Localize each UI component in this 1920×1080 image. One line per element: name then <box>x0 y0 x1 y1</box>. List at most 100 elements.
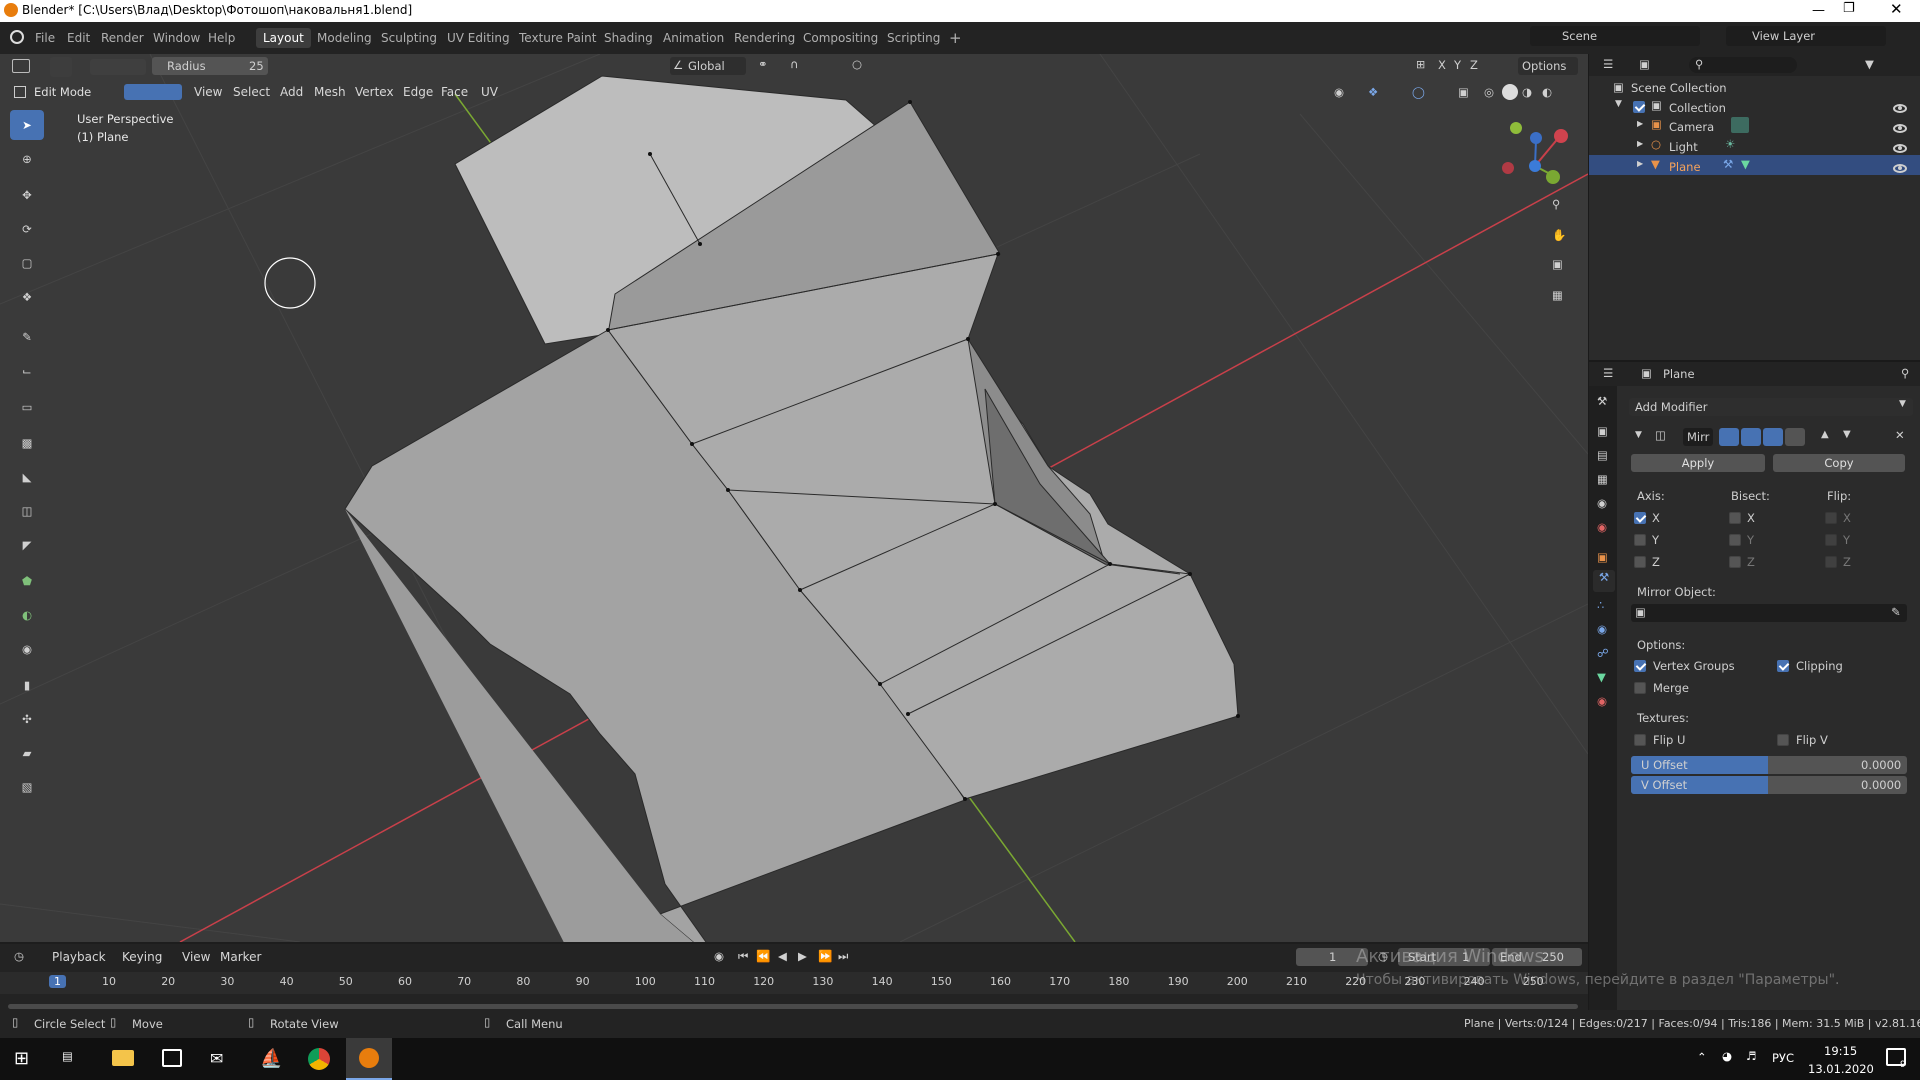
gizmo-toggle-icon[interactable]: ❖ <box>1368 85 1378 99</box>
outliner-item-light[interactable]: Light <box>1669 140 1698 154</box>
tool-extrude[interactable]: ▭ <box>10 392 44 422</box>
menu-edge[interactable]: Edge <box>403 85 433 99</box>
frame-ruler[interactable]: 1 10 20 30 40 50 60 70 80 90 100 110 120 130 140 150 160… <box>0 972 1588 994</box>
menu-vertex[interactable]: Vertex <box>355 85 394 99</box>
cage-toggle-icon[interactable] <box>1785 428 1805 446</box>
scene-selector[interactable]: Scene <box>1530 26 1700 46</box>
shading-rendered-icon[interactable]: ◐ <box>1542 85 1552 99</box>
maximize-button[interactable]: ❐ <box>1843 1 1855 16</box>
active-tool-icon[interactable] <box>50 57 72 77</box>
record-icon[interactable]: ◉ <box>714 949 724 963</box>
copy-button[interactable]: Copy <box>1773 454 1905 472</box>
display-mode-icon[interactable]: ▣ <box>1639 57 1650 71</box>
mesh-canvas[interactable] <box>0 54 1588 942</box>
clock-date[interactable]: 13.01.2020 <box>1808 1062 1874 1076</box>
collapse-modifier-icon[interactable]: ▼ <box>1635 430 1642 440</box>
add-modifier-dropdown[interactable]: Add Modifier ▼ <box>1629 398 1913 416</box>
tool-spin[interactable]: ◐ <box>10 600 44 630</box>
pin-icon[interactable]: ⚲ <box>1901 366 1909 380</box>
tool-annotate[interactable]: ✎ <box>10 322 44 352</box>
mirror-axis-y[interactable]: Y <box>1454 58 1461 72</box>
tab-texture-paint[interactable]: Texture Paint <box>512 28 603 48</box>
task-view-icon[interactable]: ▤ <box>62 1049 73 1063</box>
editor-type-icon[interactable] <box>12 59 30 73</box>
menu-render[interactable]: Render <box>94 28 151 48</box>
selection-mode-buttons[interactable] <box>124 84 182 100</box>
tool-bevel[interactable]: ◣ <box>10 462 44 492</box>
bisect-x-checkbox[interactable] <box>1729 512 1741 524</box>
v-offset-field[interactable]: V Offset 0.0000 <box>1631 776 1907 794</box>
tool-transform[interactable]: ❖ <box>10 282 44 312</box>
menu-select[interactable]: Select <box>233 85 270 99</box>
tool-poly-build[interactable]: ⬟ <box>10 566 44 596</box>
modifier-tab-icon[interactable]: ⚒ <box>1593 570 1615 592</box>
options-dropdown[interactable]: Options <box>1518 57 1578 75</box>
play-reverse-icon[interactable]: ◀ <box>778 949 787 963</box>
view-layer-selector[interactable]: View Layer <box>1726 26 1886 46</box>
menu-help[interactable]: Help <box>201 28 242 48</box>
collapse-arrow-icon[interactable]: ▼ <box>1615 99 1622 109</box>
tool-edge-slide[interactable]: ▮ <box>10 670 44 700</box>
object-tab-icon[interactable]: ▣ <box>1597 550 1608 564</box>
outliner-editor-icon[interactable]: ☰ <box>1603 57 1613 71</box>
eyedropper-icon[interactable]: ✎ <box>1891 605 1901 619</box>
language-indicator[interactable]: РУС <box>1772 1051 1794 1065</box>
axis-y-checkbox[interactable] <box>1634 534 1646 546</box>
timeline-menu-playback[interactable]: Playback <box>52 950 106 964</box>
outliner-item-plane[interactable]: Plane <box>1669 160 1701 174</box>
flip-y-checkbox[interactable] <box>1825 534 1837 546</box>
tab-uv-editing[interactable]: UV Editing <box>440 28 517 48</box>
collection-eye-icon[interactable] <box>1893 104 1907 113</box>
pan-hand-icon[interactable]: ✋ <box>1552 228 1566 242</box>
viewport-toggle-icon[interactable] <box>1741 428 1761 446</box>
tool-move[interactable]: ✥ <box>10 180 44 210</box>
tool-rip[interactable]: ▧ <box>10 772 44 802</box>
collection-label[interactable]: Collection <box>1669 101 1726 115</box>
next-key-icon[interactable]: ⏩ <box>818 949 832 963</box>
navigation-gizmo[interactable] <box>1502 122 1568 184</box>
timeline-scrollbar[interactable] <box>8 1004 1578 1009</box>
tool-inset[interactable]: ▩ <box>10 428 44 458</box>
overlay-toggle-icon[interactable]: ◯ <box>1412 85 1425 99</box>
tool-knife[interactable]: ◤ <box>10 530 44 560</box>
tool-shear[interactable]: ▰ <box>10 738 44 768</box>
ship-app-icon[interactable]: ⛵ <box>260 1048 282 1069</box>
material-tab-icon[interactable]: ◉ <box>1597 694 1607 708</box>
tray-chevron-icon[interactable]: ⌃ <box>1697 1050 1707 1064</box>
clipping-checkbox[interactable] <box>1777 660 1789 672</box>
tab-compositing[interactable]: Compositing <box>796 28 885 48</box>
xray-icon[interactable]: ▣ <box>1458 85 1469 99</box>
menu-mesh[interactable]: Mesh <box>314 85 346 99</box>
mail-icon[interactable]: ✉ <box>210 1049 223 1068</box>
mesh-object-plane[interactable] <box>344 75 1239 942</box>
shading-wireframe-icon[interactable]: ◎ <box>1484 85 1494 99</box>
flip-z-checkbox[interactable] <box>1825 556 1837 568</box>
tool-rotate[interactable]: ⟳ <box>10 214 44 244</box>
output-tab-icon[interactable]: ▤ <box>1597 448 1608 462</box>
menu-window[interactable]: Window <box>146 28 207 48</box>
shading-material-icon[interactable]: ◑ <box>1522 85 1532 99</box>
expand-arrow-icon[interactable]: ▶ <box>1637 119 1643 128</box>
shading-solid-icon[interactable] <box>1502 84 1518 100</box>
render-toggle-icon[interactable] <box>1763 428 1783 446</box>
properties-editor-icon[interactable]: ☰ <box>1603 366 1613 380</box>
volume-icon[interactable]: ♬ <box>1746 1049 1756 1063</box>
tab-scripting[interactable]: Scripting <box>880 28 947 48</box>
jump-start-icon[interactable]: ⏮ <box>738 949 748 964</box>
tab-animation[interactable]: Animation <box>656 28 731 48</box>
flip-v-checkbox[interactable] <box>1777 734 1789 746</box>
tool-smooth[interactable]: ◉ <box>10 634 44 664</box>
bisect-z-checkbox[interactable] <box>1729 556 1741 568</box>
physics-tab-icon[interactable]: ◉ <box>1597 622 1607 636</box>
mirror-axis-icon[interactable]: ⊞ <box>1416 58 1425 71</box>
add-workspace-icon[interactable]: + <box>942 28 969 48</box>
transform-orientation-dropdown[interactable]: ∠ Global <box>670 57 746 75</box>
timeline-menu-view[interactable]: View <box>182 950 210 964</box>
windows-start-icon[interactable]: ⊞ <box>14 1048 29 1069</box>
vertex-groups-checkbox[interactable] <box>1634 660 1646 672</box>
data-tab-icon[interactable]: ▼ <box>1597 670 1606 684</box>
3d-viewport[interactable]: Radius 25 ∠ Global ⚭ ∩ ○ ⊞ X Y Z Options… <box>0 54 1588 942</box>
flip-x-checkbox[interactable] <box>1825 512 1837 524</box>
camera-view-icon[interactable]: ▣ <box>1552 257 1563 271</box>
axis-x-checkbox[interactable] <box>1634 512 1646 524</box>
